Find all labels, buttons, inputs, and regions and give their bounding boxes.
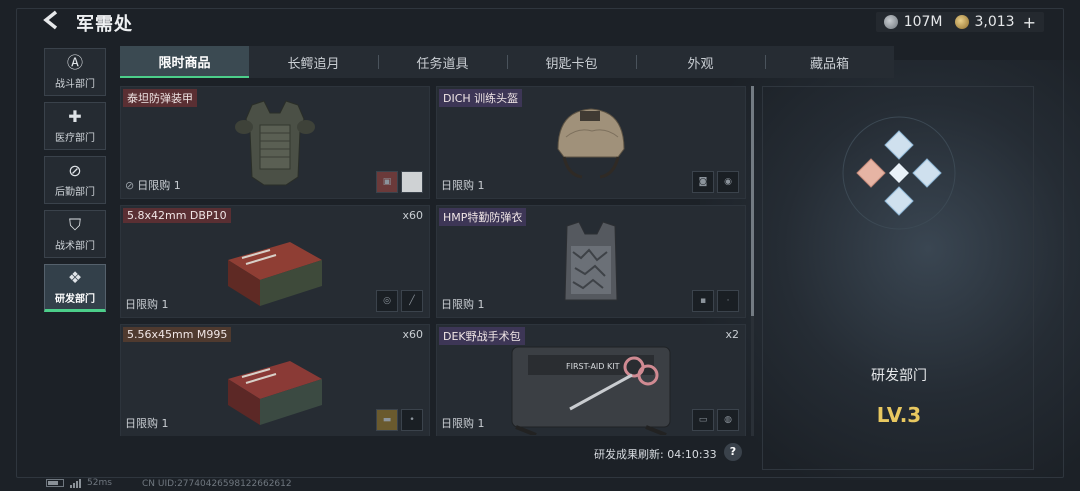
chevron-left-icon — [43, 10, 58, 30]
silver-amount: 107M — [903, 14, 943, 30]
slot-icon: ◙ — [692, 171, 714, 193]
gold-amount: 3,013 — [974, 14, 1015, 30]
surgical-kit-image: FIRST-AID KIT — [511, 346, 671, 435]
nav-label: 战斗部门 — [55, 79, 95, 90]
nav-medical-department[interactable]: ✚ 医疗部门 — [44, 102, 106, 150]
item-slots: ▭ ◍ — [692, 409, 739, 431]
product-name: HMP特勤防弹衣 — [439, 208, 527, 226]
tab-collection-box[interactable]: 藏品箱 — [765, 46, 894, 78]
item-slots: ◎ ╱ — [376, 290, 423, 312]
product-name: 5.56x45mm M995 — [123, 327, 232, 342]
nav-combat-department[interactable]: Ⓐ 战斗部门 — [44, 48, 106, 96]
limit-text: 日限购 1 — [137, 179, 181, 192]
tab-quest-items[interactable]: 任务道具 — [378, 46, 507, 78]
status-bar: 52ms — [46, 478, 112, 488]
product-quantity: x60 — [402, 328, 423, 341]
product-card[interactable]: DEK野战手术包 x2 FIRST-AID KIT 日限购 1 ▭ ◍ — [436, 324, 746, 436]
slot-icon: ▪ — [692, 290, 714, 312]
slot-icon: ▭ — [692, 409, 714, 431]
back-button[interactable] — [42, 10, 66, 34]
slot-icon — [401, 171, 423, 193]
signal-icon — [70, 478, 81, 488]
tab-keycard-bag[interactable]: 钥匙卡包 — [507, 46, 636, 78]
currency-display: 107M 3,013 + — [875, 12, 1044, 32]
medical-cross-icon: ✚ — [68, 107, 82, 126]
tab-appearance[interactable]: 外观 — [636, 46, 765, 78]
item-slots: ▣ — [376, 171, 423, 193]
battery-icon — [46, 479, 64, 487]
scroll-thumb[interactable] — [751, 86, 754, 316]
category-tabs: 限时商品 长鳄追月 任务道具 钥匙卡包 外观 藏品箱 — [120, 46, 894, 78]
nav-label: 研发部门 — [55, 294, 95, 305]
ammo-box-image — [228, 361, 322, 425]
logistics-icon: ⊘ — [68, 161, 82, 180]
nav-label: 后勤部门 — [55, 187, 95, 198]
item-slots: ▬ • — [376, 409, 423, 431]
body-armor-image — [235, 100, 315, 186]
purchase-limit: 日限购 1 — [441, 179, 485, 192]
slot-icon: ╱ — [401, 290, 423, 312]
item-slots: ▪ · — [692, 290, 739, 312]
vest-image — [564, 221, 618, 301]
product-name: 5.8x42mm DBP10 — [123, 208, 231, 223]
purchase-limit: 日限购 1 — [441, 298, 485, 311]
department-name: 研发部门 — [871, 368, 927, 384]
page-title: 军需处 — [76, 14, 133, 35]
refresh-timer: 研发成果刷新: 04:10:33 — [594, 448, 717, 461]
kit-label: FIRST-AID KIT — [566, 362, 620, 371]
nav-tactical-department[interactable]: ⛉ 战术部门 — [44, 210, 106, 258]
department-level: LV.3 — [876, 403, 922, 427]
slot-icon: ◎ — [376, 290, 398, 312]
product-card[interactable]: 5.8x42mm DBP10 x60 日限购 1 ◎ ╱ — [120, 205, 430, 318]
product-scrollbar[interactable] — [751, 86, 754, 436]
product-name: 泰坦防弹装甲 — [123, 89, 197, 107]
shield-icon: ⛉ — [68, 215, 81, 234]
helmet-image — [557, 108, 625, 179]
product-card[interactable]: 5.56x45mm M995 x60 日限购 1 ▬ • — [120, 324, 430, 436]
help-button[interactable]: ? — [724, 443, 742, 461]
purchase-limit: 日限购 1 — [441, 417, 485, 430]
product-card[interactable]: DICH 训练头盔 日限购 1 ◙ ◉ — [436, 86, 746, 199]
purchase-limit: 日限购 1 — [125, 298, 169, 311]
item-slots: ◙ ◉ — [692, 171, 739, 193]
ping-text: 52ms — [87, 478, 112, 488]
slot-icon: • — [401, 409, 423, 431]
tab-limited-items[interactable]: 限时商品 — [120, 46, 249, 78]
research-icon: ❖ — [67, 268, 83, 287]
department-info-panel: 研发部门 LV.3 — [762, 86, 1034, 470]
research-emblem-icon — [842, 116, 956, 230]
product-grid: 泰坦防弹装甲 ⊘ 日限购 1 ▣ DICH 训练头盔 日限购 1 ◙ ◉ 5.8… — [120, 86, 746, 436]
product-quantity: x2 — [725, 328, 739, 341]
slot-icon: ◉ — [717, 171, 739, 193]
department-nav: Ⓐ 战斗部门 ✚ 医疗部门 ⊘ 后勤部门 ⛉ 战术部门 ❖ 研发部门 — [44, 48, 106, 318]
product-name: DICH 训练头盔 — [439, 89, 523, 107]
product-quantity: x60 — [402, 209, 423, 222]
purchase-limit: 日限购 1 — [125, 417, 169, 430]
user-uid: CN UID:27740426598122662612 — [142, 479, 292, 489]
nav-label: 战术部门 — [55, 241, 95, 252]
silver-coin-icon — [883, 15, 898, 29]
slot-icon: · — [717, 290, 739, 312]
combat-icon: Ⓐ — [66, 53, 83, 72]
gold-coin-icon — [954, 15, 969, 29]
product-card[interactable]: 泰坦防弹装甲 ⊘ 日限购 1 ▣ — [120, 86, 430, 199]
ammo-box-image — [228, 242, 322, 306]
slot-icon: ▣ — [376, 171, 398, 193]
slot-icon: ◍ — [717, 409, 739, 431]
slot-icon: ▬ — [376, 409, 398, 431]
tab-crocodile-moon[interactable]: 长鳄追月 — [249, 46, 378, 78]
nav-logistics-department[interactable]: ⊘ 后勤部门 — [44, 156, 106, 204]
nav-research-department[interactable]: ❖ 研发部门 — [44, 264, 106, 312]
restricted-icon: ⊘ — [125, 179, 135, 192]
purchase-limit: ⊘ 日限购 1 — [125, 177, 181, 193]
nav-label: 医疗部门 — [55, 133, 95, 144]
product-card[interactable]: HMP特勤防弹衣 日限购 1 ▪ · — [436, 205, 746, 318]
add-currency-button[interactable]: + — [1023, 13, 1036, 32]
